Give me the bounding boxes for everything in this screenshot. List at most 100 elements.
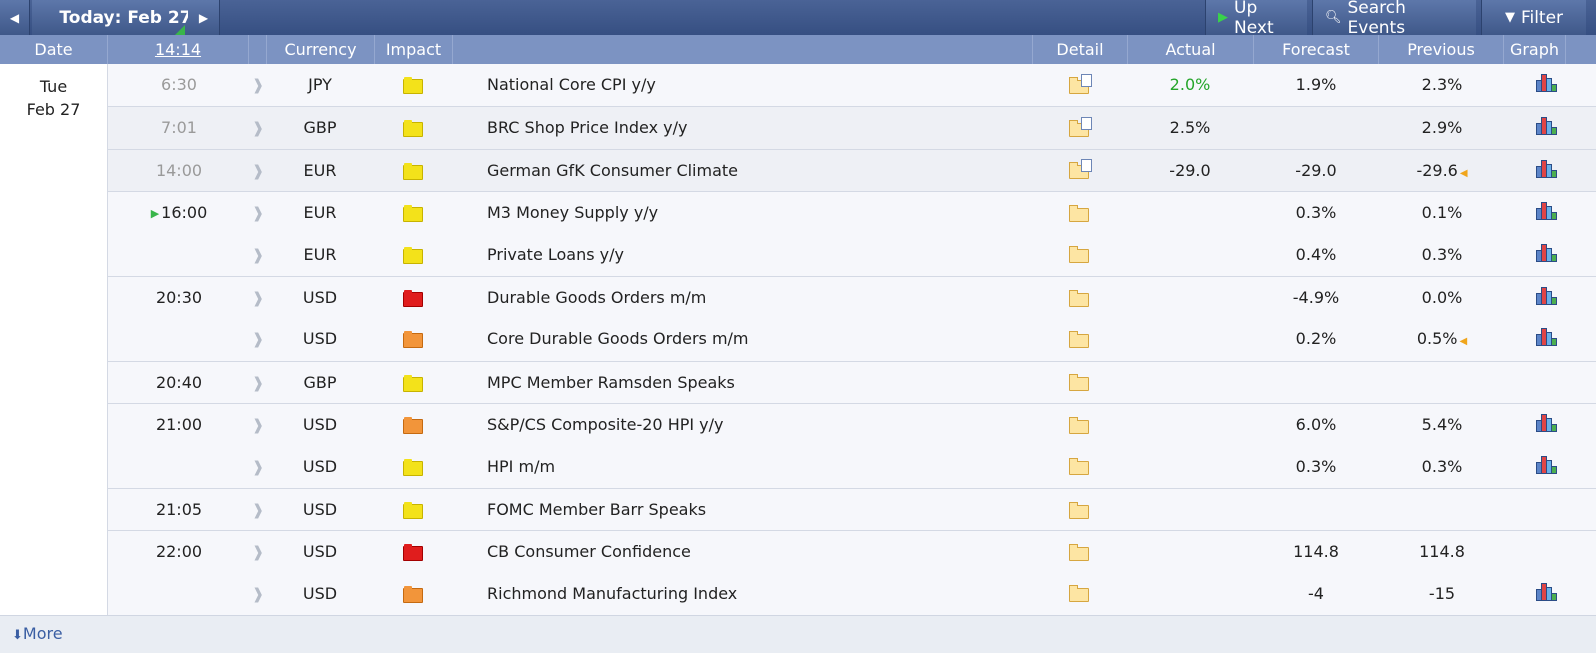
detail-cell[interactable]: [1059, 404, 1099, 446]
event-title[interactable]: Richmond Manufacturing Index: [487, 573, 1047, 615]
sound-icon[interactable]: ❱: [249, 150, 267, 192]
table-row[interactable]: 14:00 ❱ EUR German GfK Consumer Climate -29.…: [108, 148, 1596, 192]
detail-cell[interactable]: [1059, 277, 1099, 319]
detail-folder-icon[interactable]: [1069, 116, 1092, 137]
revised-icon[interactable]: ◀: [1459, 336, 1467, 347]
event-title[interactable]: MPC Member Ramsden Speaks: [487, 362, 1047, 404]
previous-value: 5.4%: [1421, 415, 1463, 435]
detail-cell[interactable]: [1059, 64, 1099, 106]
table-row[interactable]: ❱ EUR Private Loans y/y 0.4% 0.3%: [108, 234, 1596, 276]
detail-cell[interactable]: [1059, 362, 1099, 404]
event-title[interactable]: CB Consumer Confidence: [487, 531, 1047, 573]
table-row[interactable]: ❱ USD HPI m/m 0.3% 0.3%: [108, 446, 1596, 488]
detail-cell[interactable]: [1059, 234, 1099, 276]
bar-chart-icon[interactable]: [1536, 414, 1558, 433]
sound-icon[interactable]: ❱: [249, 446, 267, 488]
table-row[interactable]: ❱ USD Core Durable Goods Orders m/m 0.2% 0.5…: [108, 318, 1596, 360]
impact-cell: [374, 404, 452, 446]
detail-folder-icon[interactable]: [1069, 458, 1089, 476]
table-row[interactable]: 7:01 ❱ GBP BRC Shop Price Index y/y 2.5% 2.9%: [108, 106, 1596, 150]
graph-cell[interactable]: [1518, 573, 1576, 615]
detail-folder-icon[interactable]: [1069, 159, 1092, 180]
detail-folder-icon[interactable]: [1069, 73, 1092, 94]
graph-cell[interactable]: [1518, 446, 1576, 488]
event-title[interactable]: Core Durable Goods Orders m/m: [487, 318, 1047, 360]
bar-chart-icon[interactable]: [1536, 202, 1558, 221]
table-row[interactable]: ❱ USD Richmond Manufacturing Index -4 -15: [108, 573, 1596, 615]
event-title[interactable]: Private Loans y/y: [487, 234, 1047, 276]
sound-icon[interactable]: ❱: [249, 489, 267, 531]
detail-cell[interactable]: [1059, 192, 1099, 234]
more-link[interactable]: ⬇More: [12, 624, 63, 643]
graph-cell[interactable]: [1518, 234, 1576, 276]
graph-cell[interactable]: [1518, 277, 1576, 319]
bar-chart-icon[interactable]: [1536, 328, 1558, 347]
event-title[interactable]: S&P/CS Composite-20 HPI y/y: [487, 404, 1047, 446]
revised-icon[interactable]: ◀: [1460, 168, 1468, 179]
up-next-button[interactable]: ▶ Up Next: [1205, 0, 1307, 38]
event-title[interactable]: National Core CPI y/y: [487, 64, 1047, 106]
event-time: 6:30: [108, 64, 250, 106]
bar-chart-icon[interactable]: [1536, 117, 1558, 136]
detail-folder-icon[interactable]: [1069, 246, 1089, 264]
bar-chart-icon[interactable]: [1536, 243, 1558, 262]
table-row[interactable]: 20:30 ❱ USD Durable Goods Orders m/m -4.9% 0.…: [108, 276, 1596, 319]
graph-cell[interactable]: [1518, 318, 1576, 360]
sound-icon[interactable]: ❱: [249, 362, 267, 404]
detail-cell[interactable]: [1059, 318, 1099, 360]
bar-chart-icon[interactable]: [1536, 455, 1558, 474]
sound-icon[interactable]: ❱: [249, 64, 267, 106]
graph-cell[interactable]: [1518, 150, 1576, 192]
bar-chart-icon[interactable]: [1536, 287, 1558, 305]
sound-icon[interactable]: ❱: [249, 531, 267, 573]
detail-cell[interactable]: [1059, 531, 1099, 573]
detail-cell[interactable]: [1059, 107, 1099, 149]
sound-icon[interactable]: ❱: [249, 234, 267, 276]
event-title[interactable]: M3 Money Supply y/y: [487, 192, 1047, 234]
filter-button[interactable]: ▼ Filter: [1481, 0, 1586, 35]
detail-folder-icon[interactable]: [1069, 330, 1089, 348]
header-clock[interactable]: 14:14: [108, 35, 249, 64]
table-row[interactable]: 21:05 ❱ USD FOMC Member Barr Speaks: [108, 488, 1596, 531]
detail-folder-icon[interactable]: [1069, 204, 1089, 222]
detail-cell[interactable]: [1059, 150, 1099, 192]
detail-cell[interactable]: [1059, 573, 1099, 615]
detail-folder-icon[interactable]: [1069, 585, 1089, 603]
table-row[interactable]: ▶ 16:00 ❱ EUR M3 Money Supply y/y 0.3% 0.1%: [108, 191, 1596, 234]
search-events-button[interactable]: 🔍︎ Search Events: [1312, 0, 1476, 38]
sound-icon[interactable]: ❱: [249, 573, 267, 615]
table-row[interactable]: 20:40 ❱ GBP MPC Member Ramsden Speaks: [108, 360, 1596, 404]
graph-cell[interactable]: [1518, 192, 1576, 234]
event-title[interactable]: BRC Shop Price Index y/y: [487, 107, 1047, 149]
graph-cell[interactable]: [1518, 64, 1576, 106]
actual-value: [1128, 277, 1252, 319]
table-row[interactable]: 6:30 ❱ JPY National Core CPI y/y 2.0% 1.9% 2.3…: [108, 64, 1596, 106]
next-day-button[interactable]: ▶: [188, 0, 220, 35]
detail-folder-icon[interactable]: [1069, 501, 1089, 519]
event-title[interactable]: HPI m/m: [487, 446, 1047, 488]
bar-chart-icon[interactable]: [1536, 159, 1558, 178]
event-title[interactable]: Durable Goods Orders m/m: [487, 277, 1047, 319]
detail-folder-icon[interactable]: [1069, 416, 1089, 434]
detail-folder-icon[interactable]: [1069, 289, 1089, 307]
table-row[interactable]: 21:00 ❱ USD S&P/CS Composite-20 HPI y/y 6.0%…: [108, 403, 1596, 446]
sound-icon[interactable]: ❱: [249, 277, 267, 319]
event-title[interactable]: German GfK Consumer Climate: [487, 150, 1047, 192]
previous-cell: 0.5% ◀: [1380, 318, 1504, 360]
graph-cell[interactable]: [1518, 404, 1576, 446]
detail-cell[interactable]: [1059, 489, 1099, 531]
sound-icon[interactable]: ❱: [249, 404, 267, 446]
detail-folder-icon[interactable]: [1069, 543, 1089, 561]
bar-chart-icon[interactable]: [1536, 582, 1558, 601]
prev-day-button[interactable]: ◀: [0, 0, 30, 35]
bar-chart-icon[interactable]: [1536, 74, 1558, 92]
event-title[interactable]: FOMC Member Barr Speaks: [487, 489, 1047, 531]
detail-cell[interactable]: [1059, 446, 1099, 488]
sound-icon[interactable]: ❱: [249, 192, 267, 234]
table-row[interactable]: 22:00 ❱ USD CB Consumer Confidence 114.8 114.…: [108, 530, 1596, 573]
sound-icon[interactable]: ❱: [249, 107, 267, 149]
sound-icon[interactable]: ❱: [249, 318, 267, 360]
previous-cell: -29.6 ◀: [1380, 150, 1504, 192]
detail-folder-icon[interactable]: [1069, 374, 1089, 392]
graph-cell[interactable]: [1518, 107, 1576, 149]
